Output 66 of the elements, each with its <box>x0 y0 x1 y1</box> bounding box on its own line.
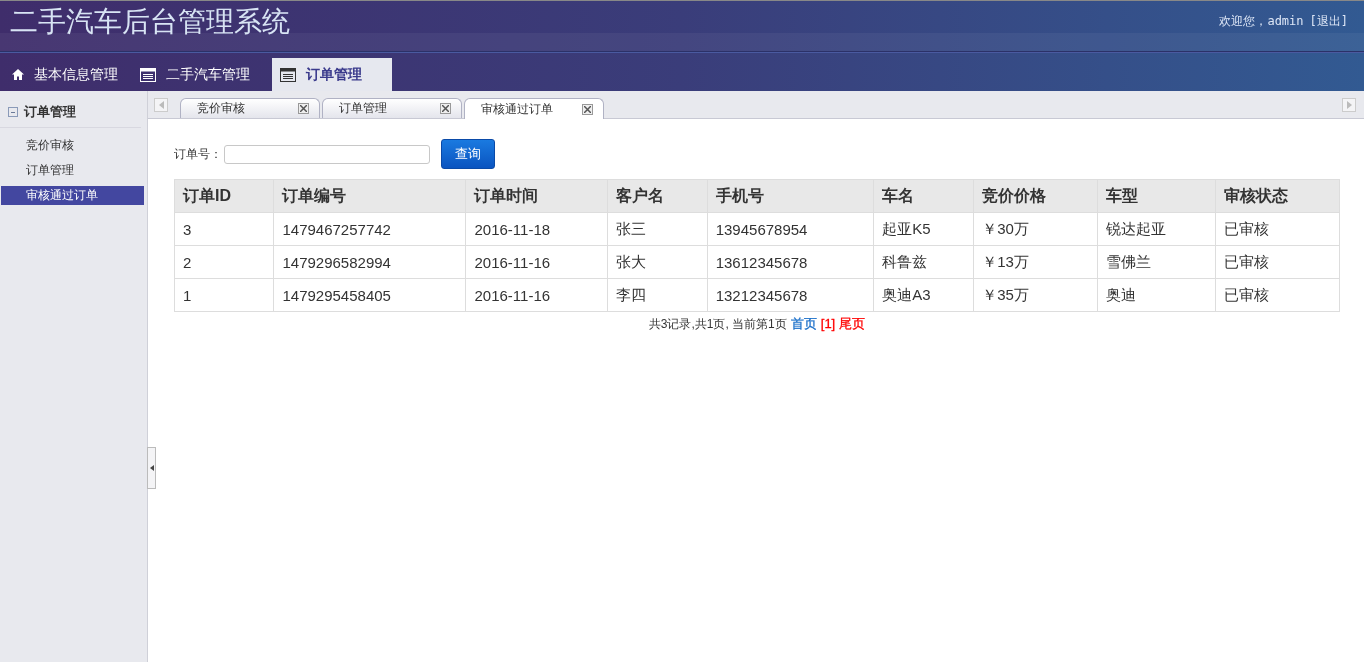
arrow-right-icon <box>1346 101 1352 109</box>
sidebar-item[interactable]: 竞价审核 <box>1 136 144 155</box>
table-cell: 1479467257742 <box>273 212 466 246</box>
page-link[interactable]: 首页 <box>790 316 817 331</box>
list-icon <box>140 67 156 82</box>
sidebar-item[interactable]: 订单管理 <box>1 161 144 180</box>
table-cell: 已审核 <box>1215 212 1340 246</box>
table-cell: ￥13万 <box>973 245 1098 279</box>
table-cell: 13945678954 <box>707 212 874 246</box>
table-cell: 奥迪A3 <box>873 278 974 312</box>
table-cell: 2016-11-16 <box>465 278 608 312</box>
table-cell: ￥30万 <box>973 212 1098 246</box>
search-button[interactable]: 查询 <box>441 139 495 169</box>
close-icon[interactable] <box>440 103 451 114</box>
table-cell: 雪佛兰 <box>1097 245 1216 279</box>
table-cell: 奥迪 <box>1097 278 1216 312</box>
table-cell: 锐达起亚 <box>1097 212 1216 246</box>
welcome-text: 欢迎您，admin <box>1219 13 1304 30</box>
home-icon <box>12 69 24 80</box>
pagination-summary: 共3记录,共1页, 当前第1页 <box>648 317 787 331</box>
table-cell: 1479295458405 <box>273 278 466 312</box>
arrow-left-icon <box>158 101 164 109</box>
page-tab[interactable]: 竞价审核 <box>180 98 320 118</box>
table-cell: 张三 <box>607 212 708 246</box>
collapse-icon[interactable] <box>8 107 18 117</box>
table-cell: 2 <box>174 245 274 279</box>
table-cell: 2016-11-18 <box>465 212 608 246</box>
table-cell: 张大 <box>607 245 708 279</box>
table-cell: 科鲁兹 <box>873 245 974 279</box>
order-number-field[interactable] <box>224 144 430 164</box>
nav-tab[interactable]: 二手汽车管理 <box>134 58 266 91</box>
table-cell: 3 <box>174 212 274 246</box>
sidebar-collapse-handle[interactable] <box>147 447 156 489</box>
column-header: 审核状态 <box>1215 179 1340 213</box>
table-cell: 2016-11-16 <box>465 245 608 279</box>
column-header: 客户名 <box>607 179 708 213</box>
page-link[interactable]: [1] <box>820 316 836 331</box>
column-header: 车名 <box>873 179 974 213</box>
sidebar-heading: 订单管理 <box>24 103 76 121</box>
column-header: 竞价价格 <box>973 179 1098 213</box>
logout-link[interactable]: [退出] <box>1309 13 1348 30</box>
nav-tab[interactable]: 基本信息管理 <box>6 58 134 91</box>
table-cell: 起亚K5 <box>873 212 974 246</box>
table-cell: 13212345678 <box>707 278 874 312</box>
page-tab[interactable]: 审核通过订单 <box>464 98 604 119</box>
close-icon[interactable] <box>298 103 309 114</box>
close-icon[interactable] <box>582 103 593 115</box>
table-cell: 1479296582994 <box>273 245 466 279</box>
table-cell: ￥35万 <box>973 278 1098 312</box>
table-cell: 13612345678 <box>707 245 874 279</box>
table-cell: 1 <box>174 278 274 312</box>
column-header: 手机号 <box>707 179 874 213</box>
nav-tab[interactable]: 订单管理 <box>272 58 392 91</box>
sidebar-item[interactable]: 审核通过订单 <box>1 186 144 205</box>
column-header: 车型 <box>1097 179 1216 213</box>
app-title: 二手汽车后台管理系统 <box>9 5 290 39</box>
table-cell: 已审核 <box>1215 278 1340 312</box>
page-tab[interactable]: 订单管理 <box>322 98 462 118</box>
table-cell: 李四 <box>607 278 708 312</box>
column-header: 订单编号 <box>273 179 466 213</box>
table-cell: 已审核 <box>1215 245 1340 279</box>
column-header: 订单时间 <box>465 179 608 213</box>
page-link[interactable]: 尾页 <box>839 316 866 331</box>
column-header: 订单ID <box>174 179 274 213</box>
field-label: 订单号： <box>174 145 222 163</box>
list-icon <box>280 67 296 82</box>
